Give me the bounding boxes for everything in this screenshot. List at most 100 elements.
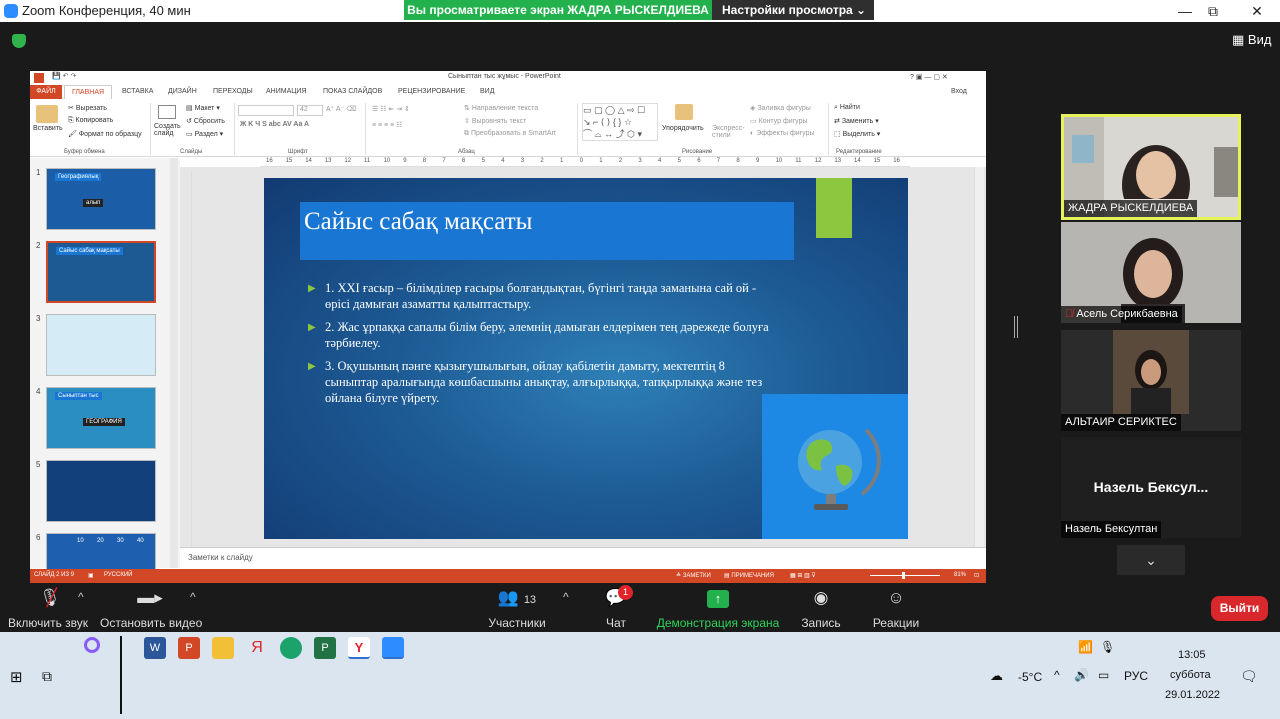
fit-slide-icon[interactable]: ⊡ — [974, 572, 979, 579]
copy-button[interactable]: ⎘ Копировать — [68, 117, 113, 125]
file-explorer-icon[interactable] — [212, 637, 234, 659]
find-button[interactable]: ⌕ Найти — [834, 104, 860, 112]
chevron-down-icon[interactable]: ⌄ — [1117, 545, 1185, 575]
smartart-button[interactable]: ⧉ Преобразовать в SmartArt — [464, 130, 556, 138]
text-direction-button[interactable]: ⇅ Направление текста — [464, 104, 538, 112]
weather-cloud-icon[interactable]: ☁ — [990, 668, 1003, 684]
list-buttons[interactable]: ☰ ☷ ⇤ ⇥ ⇕ — [372, 105, 410, 113]
tab-design[interactable]: ДИЗАЙН — [168, 88, 197, 95]
close-button[interactable]: ✕ — [1234, 0, 1280, 22]
tab-view[interactable]: ВИД — [480, 88, 494, 95]
participant-tile[interactable]: Назель Бексул... Назель Бексултан — [1061, 437, 1241, 538]
record-button[interactable]: ◉ Запись — [796, 588, 846, 630]
current-slide[interactable]: Сайыс сабақ мақсаты ▶ 1. XXI ғасыр – білі… — [264, 178, 908, 539]
slide-thumbnail[interactable] — [46, 460, 156, 522]
thumbnails-scrollbar[interactable] — [170, 158, 178, 568]
microphone-icon[interactable]: 🎙 — [1100, 640, 1115, 654]
notes-toggle[interactable]: ≙ ЗАМЕТКИ — [676, 572, 711, 579]
arrange-icon[interactable] — [675, 104, 693, 120]
task-view-icon[interactable]: ⧉ — [42, 668, 52, 685]
participant-tile[interactable]: ЖАДРА РЫСКЕЛДИЕВА — [1061, 114, 1241, 220]
align-buttons[interactable]: ≡ ≡ ≡ ≡ ☷ — [372, 121, 402, 129]
reset-button[interactable]: ↺ Сбросить — [186, 117, 225, 125]
quick-styles-button[interactable]: Экспресс-стили — [712, 125, 745, 139]
slide-thumbnail[interactable]: Сайыс сабақ мақсаты — [46, 241, 156, 303]
reactions-button[interactable]: ☺ Реакции — [868, 588, 924, 630]
input-language[interactable]: РУС — [1124, 669, 1148, 683]
tab-slideshow[interactable]: ПОКАЗ СЛАЙДОВ — [323, 88, 382, 95]
slide-bullet[interactable]: ▶ 3. Оқушының пәнге қызығушылығын, ойлау … — [308, 358, 778, 406]
clock-date[interactable]: 29.01.2022 — [1165, 689, 1220, 701]
tab-file[interactable]: ФАЙЛ — [30, 85, 62, 99]
slide-thumbnail[interactable]: Географиялық алып — [46, 168, 156, 230]
section-button[interactable]: ▭ Раздел ▾ — [186, 130, 223, 138]
shapes-gallery[interactable]: ▭ ▢ ◯ △ ⇨ ☐ ↘ ⌐ ⟨ ⟩ { } ☆ ⌒ ⌓ ↔ ⤴ ⬡ ▾ — [582, 103, 658, 141]
paste-icon[interactable] — [36, 105, 58, 123]
participant-tile[interactable]: 🎙̸ Асель Серикбаевна — [1061, 222, 1241, 323]
edge-icon[interactable] — [280, 637, 302, 659]
select-button[interactable]: ⬚ Выделить ▾ — [834, 130, 880, 138]
clock-time[interactable]: 13:05 — [1178, 649, 1206, 661]
maximize-button[interactable]: ⧉ — [1190, 0, 1236, 22]
word-icon[interactable]: W — [144, 637, 166, 659]
font-format-buttons[interactable]: Ж K Ч S abc AV Aa A — [240, 121, 309, 128]
font-size-input[interactable]: 42 — [297, 105, 323, 116]
leave-button[interactable]: Выйти — [1211, 596, 1268, 621]
layout-button[interactable]: ▤ Макет ▾ — [186, 104, 220, 112]
yandex-icon[interactable]: Я — [246, 637, 268, 659]
panel-splitter[interactable] — [1014, 316, 1018, 338]
stop-video-button[interactable]: ▬▸ Остановить видео — [100, 588, 202, 630]
participants-options-caret[interactable]: ^ — [563, 590, 569, 604]
view-options-button[interactable]: Настройки просмотра ⌄ — [722, 0, 872, 20]
view-button[interactable]: ▦ Вид — [1232, 32, 1271, 48]
view-buttons[interactable]: ▦ ⊞ ▥ ⊽ — [790, 572, 816, 579]
slide-thumbnail[interactable]: Сыныптан тыс ГЕОГРАФИЯ — [46, 387, 156, 449]
security-shield-icon[interactable] — [12, 34, 26, 48]
new-slide-button[interactable]: Создать слайд — [154, 123, 184, 137]
volume-icon[interactable]: 🔊 — [1074, 668, 1089, 682]
shape-outline-button[interactable]: ▭ Контур фигуры — [750, 117, 808, 125]
zoom-taskbar-icon[interactable] — [382, 637, 404, 659]
shape-effects-button[interactable]: ◐ Эффекты фигуры — [750, 130, 815, 137]
share-screen-button[interactable]: ↑ Демонстрация экрана — [656, 588, 780, 630]
cut-button[interactable]: ✂ Вырезать — [68, 104, 107, 112]
comments-toggle[interactable]: ▤ ПРИМЕЧАНИЯ — [724, 572, 774, 579]
language-label[interactable]: РУССКИЙ — [104, 572, 132, 578]
participant-tile[interactable]: АЛЬТАИР СЕРИКТЕС — [1061, 330, 1241, 431]
audio-options-caret[interactable]: ^ — [78, 590, 84, 604]
tab-insert[interactable]: ВСТАВКА — [122, 88, 153, 95]
zoom-slider[interactable] — [870, 575, 940, 576]
align-text-button[interactable]: ⇳ Выровнять текст — [464, 117, 526, 125]
quick-access-icon[interactable]: 💾 ↶ ↷ — [52, 72, 76, 80]
video-options-caret[interactable]: ^ — [190, 590, 196, 604]
notifications-icon[interactable]: 🗨 — [1240, 668, 1258, 685]
globe-image[interactable] — [762, 394, 908, 539]
spellcheck-icon[interactable]: ▣ — [88, 572, 94, 579]
font-name-input[interactable] — [238, 105, 294, 116]
participants-button[interactable]: 👥 13 Участники — [482, 588, 552, 630]
battery-icon[interactable]: ▭ — [1098, 668, 1109, 682]
new-slide-icon[interactable] — [158, 105, 176, 119]
paste-button[interactable]: Вставить — [33, 125, 63, 132]
yandex-browser-icon[interactable]: Y — [348, 637, 370, 659]
slide-scrollbar[interactable] — [974, 167, 984, 567]
publisher-icon[interactable]: P — [314, 637, 336, 659]
powerpoint-icon[interactable]: P — [178, 637, 200, 659]
network-icon[interactable]: 📶 — [1078, 640, 1093, 654]
slide-bullet[interactable]: ▶ 1. XXI ғасыр – білімділер ғасыры болған… — [308, 280, 778, 312]
font-grow-icon[interactable]: A⁺ A⁻ ⌫ — [326, 105, 356, 113]
arrange-button[interactable]: Упорядочить — [662, 125, 704, 132]
clock-day[interactable]: суббота — [1170, 669, 1211, 681]
signin-link[interactable]: Вход — [951, 88, 967, 95]
replace-button[interactable]: ⇄ Заменить ▾ — [834, 117, 879, 125]
shape-fill-button[interactable]: ◈ Заливка фигуры — [750, 104, 811, 112]
format-painter-button[interactable]: 🖌 Формат по образцу — [68, 130, 142, 138]
weather-temp[interactable]: -5°C — [1018, 670, 1042, 684]
slide-thumbnail[interactable] — [46, 314, 156, 376]
slide-title-box[interactable]: Сайыс сабақ мақсаты — [300, 202, 794, 260]
zoom-level[interactable]: 81% — [954, 572, 966, 578]
help-icon[interactable]: ? ▣ — ▢ ✕ — [910, 73, 948, 81]
tab-home[interactable]: ГЛАВНАЯ — [64, 85, 112, 99]
tab-review[interactable]: РЕЦЕНЗИРОВАНИЕ — [398, 88, 465, 95]
alice-assistant-icon[interactable] — [84, 637, 100, 653]
